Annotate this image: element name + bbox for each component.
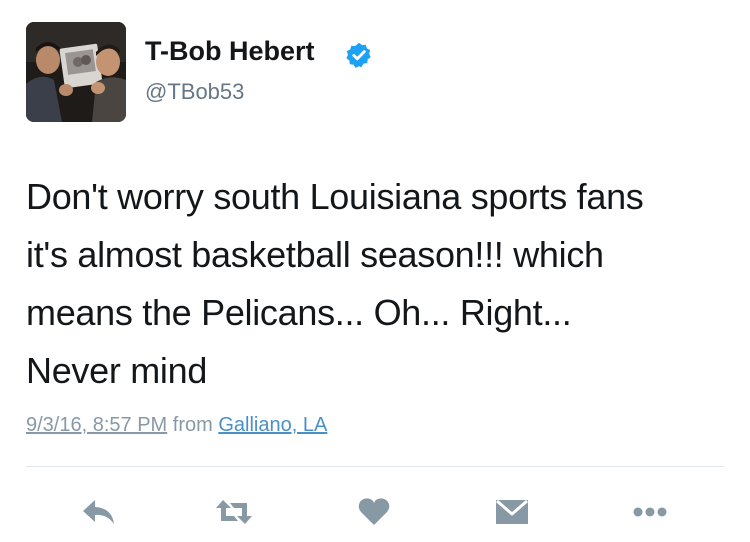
- tweet-text-line: it's almost basketball season!!! which: [26, 234, 604, 275]
- author-avatar[interactable]: [26, 22, 126, 122]
- like-button[interactable]: [352, 490, 396, 534]
- tweet-text-line: means the Pelicans... Oh... Right...: [26, 292, 572, 333]
- from-label: from: [172, 414, 213, 436]
- reply-icon: [83, 500, 114, 524]
- profile-photo-icon: [26, 22, 126, 122]
- like-heart-icon: [358, 498, 390, 525]
- retweet-button[interactable]: [212, 490, 256, 534]
- direct-message-button[interactable]: [490, 490, 534, 534]
- reply-button[interactable]: [77, 490, 121, 534]
- tweet-action-bar: [0, 490, 750, 534]
- tweet-card: T-Bob Hebert @TBob53 Don't worry south L…: [0, 0, 750, 542]
- tweet-text-line: Don't worry south Louisiana sports fans: [26, 176, 644, 217]
- verified-badge-icon: [346, 42, 371, 68]
- tweet-text: Don't worry south Louisiana sports fans …: [26, 168, 736, 400]
- tweet-location-link[interactable]: Galliano, LA: [218, 414, 327, 436]
- retweet-icon: [216, 500, 252, 524]
- more-options-icon: [633, 507, 667, 517]
- direct-message-icon: [496, 499, 528, 524]
- tweet-metadata: 9/3/16, 8:57 PM from Galliano, LA: [26, 414, 327, 437]
- author-handle[interactable]: @TBob53: [145, 79, 244, 105]
- divider: [26, 466, 724, 467]
- tweet-text-line: Never mind: [26, 350, 208, 391]
- more-options-button[interactable]: [628, 490, 672, 534]
- tweet-timestamp-link[interactable]: 9/3/16, 8:57 PM: [26, 414, 167, 436]
- author-display-name[interactable]: T-Bob Hebert: [145, 36, 315, 67]
